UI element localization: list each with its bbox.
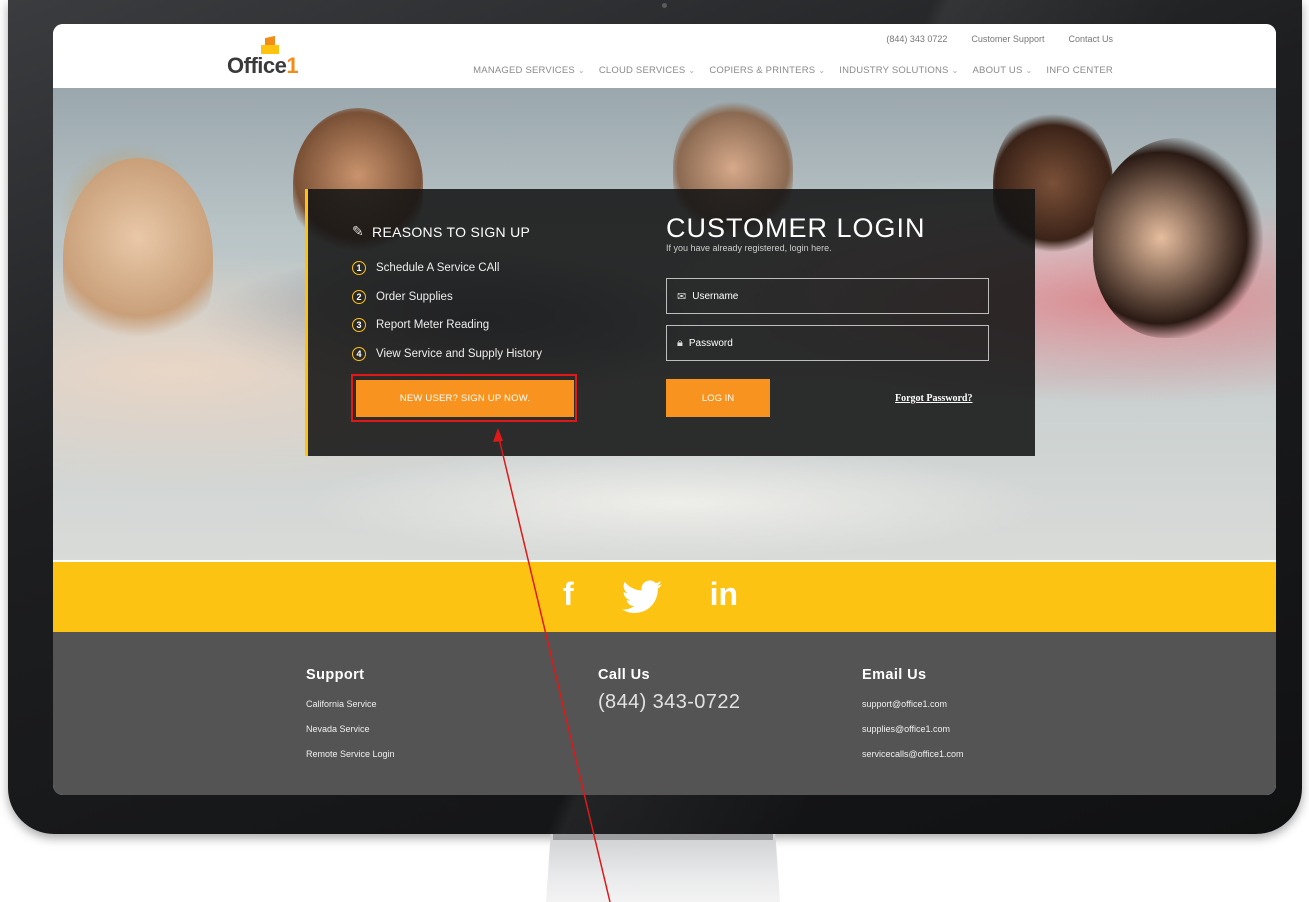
photo-table [303, 448, 1053, 558]
number-badge: 2 [352, 289, 366, 304]
office1-logo[interactable]: Office1 [213, 35, 323, 78]
footer-link-california-service[interactable]: California Service [306, 699, 395, 724]
nav-about-us[interactable]: ABOUT US ⌄ [973, 65, 1033, 76]
utility-customer-support-link[interactable]: Customer Support [971, 34, 1044, 44]
username-placeholder: Username [692, 290, 739, 302]
reason-item: 1 Schedule A Service CAll [352, 254, 602, 283]
login-subtitle: If you have already registered, login he… [666, 243, 832, 253]
monitor-stand-shadow [553, 834, 773, 840]
reason-label: Schedule A Service CAll [376, 262, 500, 275]
number-badge: 3 [352, 318, 366, 333]
nav-industry-solutions[interactable]: INDUSTRY SOLUTIONS ⌄ [839, 65, 958, 76]
reason-item: 2 Order Supplies [352, 283, 602, 312]
forgot-password-link[interactable]: Forgot Password? [895, 393, 973, 404]
chevron-down-icon: ⌄ [688, 66, 696, 75]
photo-person [63, 158, 213, 358]
logo-mark-icon [261, 35, 279, 54]
webcam-dot [662, 3, 667, 8]
nav-managed-services[interactable]: MANAGED SERVICES ⌄ [473, 65, 585, 76]
footer-email-column: Email Us support@office1.com supplies@of… [862, 667, 964, 774]
number-badge: 1 [352, 261, 366, 276]
footer-email-servicecalls[interactable]: servicecalls@office1.com [862, 749, 964, 774]
chevron-down-icon: ⌄ [577, 66, 585, 75]
password-field[interactable]: 🔒︎ Password [666, 325, 989, 361]
nav-cloud-services[interactable]: CLOUD SERVICES ⌄ [599, 65, 695, 76]
chevron-down-icon: ⌄ [951, 66, 959, 75]
reason-label: Report Meter Reading [376, 319, 490, 332]
username-field[interactable]: ✉ Username [666, 278, 989, 314]
login-panel: ✎ REASONS TO SIGN UP 1 Schedule A Servic… [305, 189, 1035, 456]
footer-support-heading: Support [306, 667, 365, 683]
utility-phone-link[interactable]: (844) 343 0722 [886, 34, 947, 44]
footer-email-support[interactable]: support@office1.com [862, 699, 964, 724]
footer-phone-number[interactable]: (844) 343-0722 [598, 691, 740, 714]
nav-info-center[interactable]: INFO CENTER [1046, 65, 1113, 76]
edit-pen-icon: ✎ [352, 223, 365, 239]
logo-wordmark: Office1 [227, 53, 299, 78]
login-button[interactable]: LOG IN [666, 379, 770, 417]
reason-label: View Service and Supply History [376, 347, 542, 360]
main-nav: MANAGED SERVICES ⌄ CLOUD SERVICES ⌄ COPIER… [473, 65, 1113, 76]
password-placeholder: Password [688, 337, 733, 349]
chevron-down-icon: ⌄ [1025, 66, 1033, 75]
reason-item: 4 View Service and Supply History [352, 340, 602, 369]
monitor-stand [546, 834, 780, 902]
lock-icon: 🔒︎ [677, 336, 683, 349]
linkedin-icon[interactable]: in [710, 570, 738, 618]
facebook-icon[interactable]: f [563, 570, 574, 618]
footer-call-column: Call Us (844) 343-0722 [598, 667, 740, 714]
screen: Office1 (844) 343 0722 Customer Support … [53, 24, 1276, 795]
reasons-list: 1 Schedule A Service CAll 2 Order Suppli… [352, 254, 602, 368]
utility-contact-us-link[interactable]: Contact Us [1068, 34, 1113, 44]
site-header: Office1 (844) 343 0722 Customer Support … [53, 24, 1276, 88]
footer-email-supplies[interactable]: supplies@office1.com [862, 724, 964, 749]
customer-login-section: CUSTOMER LOGIN If you have already regis… [666, 213, 996, 417]
footer-link-remote-service-login[interactable]: Remote Service Login [306, 749, 395, 774]
signup-button[interactable]: NEW USER? SIGN UP NOW. [356, 380, 574, 417]
envelope-icon: ✉ [677, 290, 687, 303]
reason-item: 3 Report Meter Reading [352, 311, 602, 340]
reasons-heading: ✎ REASONS TO SIGN UP [352, 223, 531, 240]
social-icons: f in [563, 570, 738, 618]
footer-call-heading: Call Us [598, 667, 650, 683]
nav-copiers-printers[interactable]: COPIERS & PRINTERS ⌄ [709, 65, 825, 76]
reasons-section: ✎ REASONS TO SIGN UP 1 Schedule A Servic… [352, 223, 602, 368]
site-footer: Support California Service Nevada Servic… [53, 632, 1276, 795]
twitter-icon[interactable] [621, 570, 662, 618]
footer-email-heading: Email Us [862, 667, 927, 683]
chevron-down-icon: ⌄ [818, 66, 826, 75]
photo-person [1093, 138, 1263, 338]
reason-label: Order Supplies [376, 290, 453, 303]
footer-link-nevada-service[interactable]: Nevada Service [306, 724, 395, 749]
login-title: CUSTOMER LOGIN [666, 213, 926, 243]
footer-support-column: Support California Service Nevada Servic… [306, 667, 395, 774]
social-bar: f in [53, 560, 1276, 634]
utility-nav: (844) 343 0722 Customer Support Contact … [886, 34, 1113, 44]
number-badge: 4 [352, 346, 366, 361]
